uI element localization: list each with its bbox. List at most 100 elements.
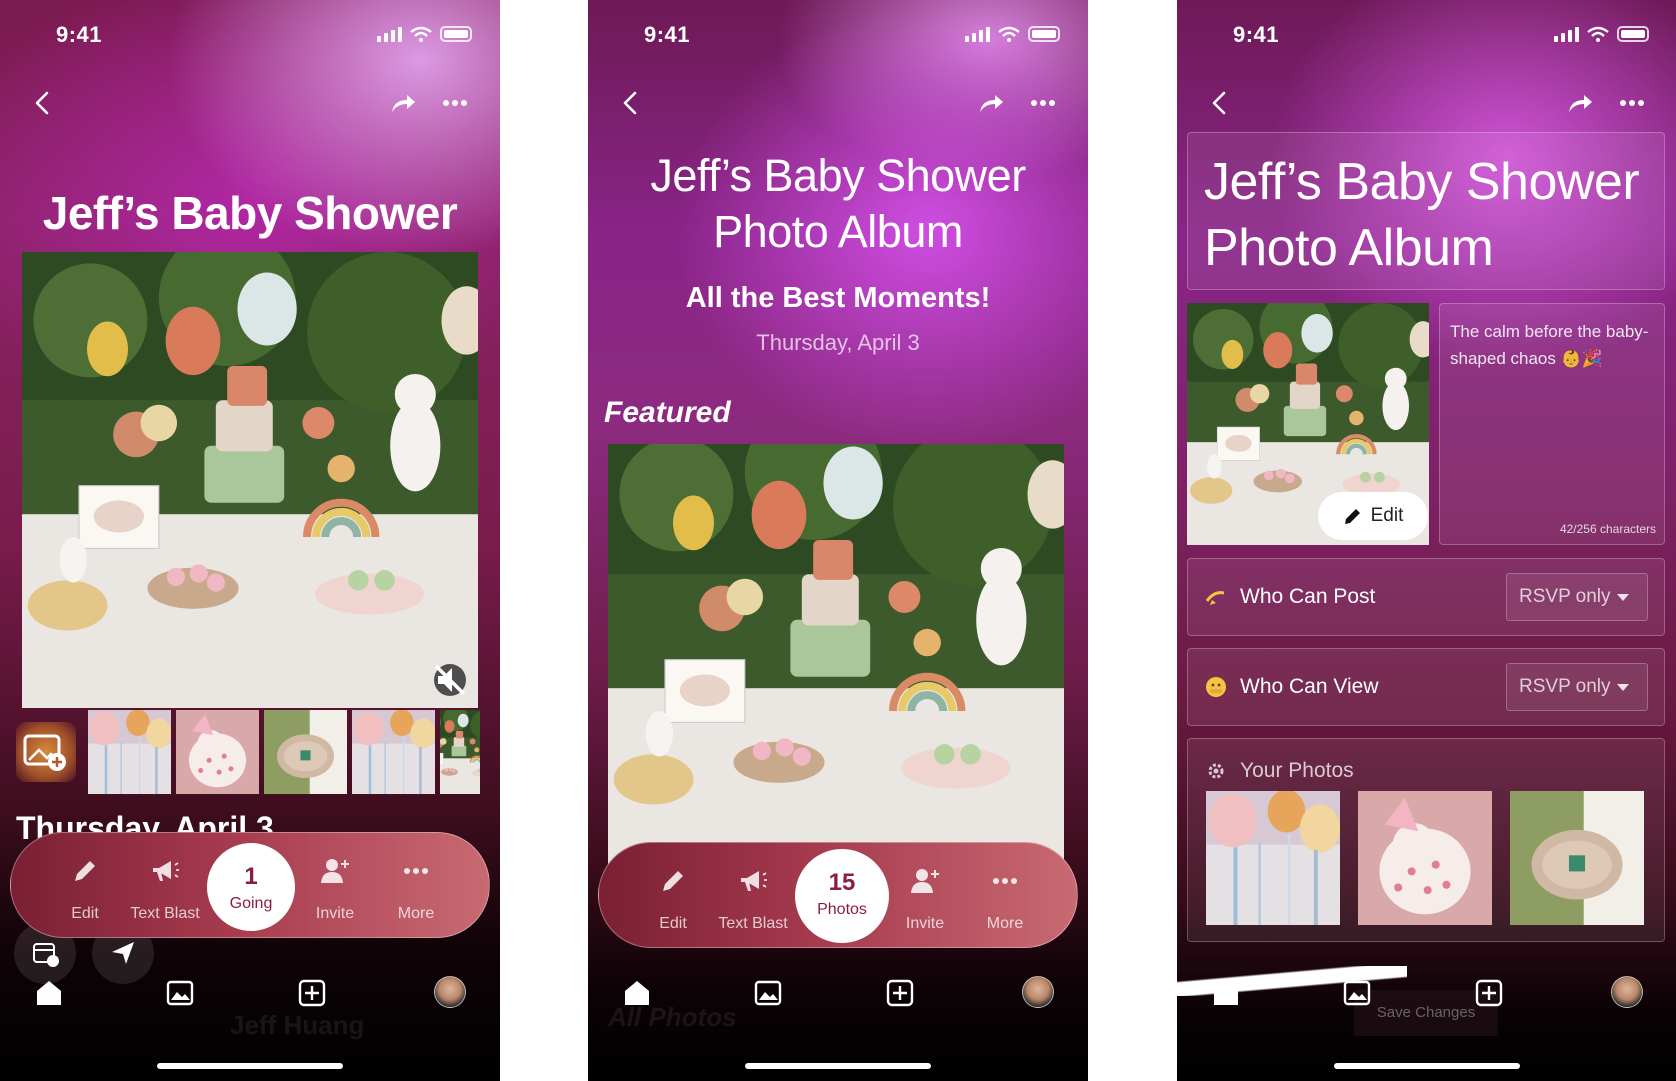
- photos-count: 15: [828, 869, 856, 896]
- home-indicator: [745, 1063, 931, 1069]
- more-ellipsis-icon[interactable]: [1617, 88, 1647, 118]
- more-label: More: [986, 915, 1024, 932]
- status-bar: 9:41: [588, 22, 1088, 50]
- pencil-icon: [1344, 509, 1360, 524]
- gear-icon: [1208, 763, 1224, 779]
- album-title-line1: Jeff’s Baby Shower: [1204, 153, 1640, 211]
- edit-button[interactable]: Edit: [633, 843, 713, 949]
- invite-label: Invite: [315, 905, 355, 922]
- album-subtitle: All the Best Moments!: [685, 282, 991, 314]
- more-ellipsis-icon[interactable]: [440, 88, 470, 118]
- share-arrow-icon[interactable]: [976, 88, 1006, 118]
- status-bar: 9:41: [1177, 22, 1676, 50]
- going-label: Going: [229, 895, 273, 912]
- album-title: Jeff’s Baby Shower Photo Album: [588, 148, 1088, 260]
- peeking-face-icon: [1206, 677, 1226, 697]
- tab-bar: [0, 976, 500, 1022]
- chevron-down-icon: [1617, 684, 1629, 691]
- profile-avatar[interactable]: [1611, 976, 1643, 1008]
- album-date: Thursday, April 3: [756, 330, 920, 355]
- who-can-post-value: RSVP only: [1519, 586, 1611, 607]
- chevron-down-icon: [1617, 594, 1629, 601]
- tab-bar: [1177, 976, 1676, 1022]
- edit-button[interactable]: Edit: [45, 833, 125, 939]
- photos-label: Photos: [817, 901, 867, 918]
- home-tab-icon[interactable]: [622, 978, 652, 1008]
- photo-thumbnail[interactable]: [352, 710, 435, 794]
- status-time: 9:41: [56, 22, 103, 47]
- who-can-view-row: Who Can View RSVP only: [1187, 648, 1665, 726]
- text-blast-button[interactable]: Text Blast: [713, 843, 793, 949]
- back-chevron-icon[interactable]: [28, 88, 58, 118]
- your-photos-heading: Your Photos: [1240, 759, 1354, 782]
- battery-icon: [1028, 26, 1060, 42]
- dizzy-star-icon: [1205, 591, 1225, 605]
- add-person-icon: [321, 859, 349, 883]
- photo-thumbnail[interactable]: [88, 710, 171, 794]
- photos-tab-icon[interactable]: [1342, 978, 1372, 1008]
- more-button[interactable]: More: [965, 843, 1045, 949]
- photo-album-screen: 9:41 Jeff’s Baby Shower Photo Album All …: [588, 0, 1088, 1081]
- who-can-view-select[interactable]: RSVP only: [1506, 663, 1648, 711]
- cover-photo[interactable]: [22, 252, 478, 708]
- tab-bar: [588, 976, 1088, 1022]
- more-label: More: [397, 905, 435, 922]
- featured-photo[interactable]: [608, 444, 1064, 864]
- status-bar: 9:41: [0, 22, 500, 50]
- photo-thumbnail[interactable]: [440, 710, 480, 794]
- invite-button[interactable]: Invite: [885, 843, 965, 949]
- album-edit-screen: 9:41 Jeff’s Baby Shower Photo Album Edit…: [1177, 0, 1676, 1081]
- add-person-icon: [911, 869, 939, 893]
- share-arrow-icon[interactable]: [1565, 88, 1595, 118]
- home-indicator: [1334, 1063, 1520, 1069]
- caption-textarea[interactable]: The calm before the baby-shaped chaos 👶🎉…: [1439, 303, 1665, 545]
- edit-cover-button[interactable]: Edit: [1318, 492, 1428, 540]
- pencil-icon: [663, 871, 683, 891]
- your-photo-thumbnail[interactable]: [1510, 791, 1644, 925]
- wifi-icon: [410, 26, 432, 42]
- caption-text: The calm before the baby-shaped chaos 👶🎉: [1450, 322, 1649, 368]
- invite-button[interactable]: Invite: [295, 833, 375, 939]
- album-title-editable: Jeff’s Baby Shower Photo Album: [1204, 149, 1640, 281]
- paper-plane-icon: [112, 942, 134, 964]
- photo-thumbnail[interactable]: [176, 710, 259, 794]
- going-count-button[interactable]: 1 Going: [207, 843, 295, 931]
- edit-cover-label: Edit: [1370, 505, 1404, 526]
- back-chevron-icon[interactable]: [1205, 88, 1235, 118]
- album-title-line2: Photo Album: [1204, 219, 1494, 277]
- your-photo-thumbnail[interactable]: [1206, 791, 1340, 925]
- more-ellipsis-icon[interactable]: [1028, 88, 1058, 118]
- create-tab-icon[interactable]: [297, 978, 327, 1008]
- battery-icon: [1617, 26, 1649, 42]
- text-blast-label: Text Blast: [130, 905, 200, 922]
- more-button[interactable]: More: [376, 833, 456, 939]
- back-chevron-icon[interactable]: [616, 88, 646, 118]
- photos-count-button[interactable]: 15 Photos: [795, 849, 889, 943]
- photos-tab-icon[interactable]: [165, 978, 195, 1008]
- create-tab-icon[interactable]: [1474, 978, 1504, 1008]
- album-title-input[interactable]: Jeff’s Baby Shower Photo Album: [1187, 132, 1665, 290]
- photos-tab-icon[interactable]: [753, 978, 783, 1008]
- calendar-add-icon: [33, 943, 59, 967]
- who-can-view-label: Who Can View: [1240, 675, 1379, 698]
- share-arrow-icon[interactable]: [388, 88, 418, 118]
- add-photo-button[interactable]: [16, 722, 76, 782]
- status-time: 9:41: [644, 22, 691, 47]
- home-tab-icon[interactable]: [1211, 978, 1241, 1008]
- who-can-view-value: RSVP only: [1519, 676, 1611, 697]
- home-indicator: [157, 1063, 343, 1069]
- who-can-post-select[interactable]: RSVP only: [1506, 573, 1648, 621]
- profile-avatar[interactable]: [434, 976, 466, 1008]
- edit-label: Edit: [659, 915, 687, 932]
- create-tab-icon[interactable]: [885, 978, 915, 1008]
- home-tab-icon[interactable]: [34, 978, 64, 1008]
- mute-icon[interactable]: [434, 664, 466, 696]
- cover-photo-image: [22, 252, 478, 708]
- album-title-line2: Photo Album: [713, 206, 963, 257]
- profile-avatar[interactable]: [1022, 976, 1054, 1008]
- megaphone-icon: [741, 871, 767, 891]
- edit-label: Edit: [71, 905, 99, 922]
- photo-thumbnail[interactable]: [264, 710, 347, 794]
- your-photo-thumbnail[interactable]: [1358, 791, 1492, 925]
- text-blast-button[interactable]: Text Blast: [125, 833, 205, 939]
